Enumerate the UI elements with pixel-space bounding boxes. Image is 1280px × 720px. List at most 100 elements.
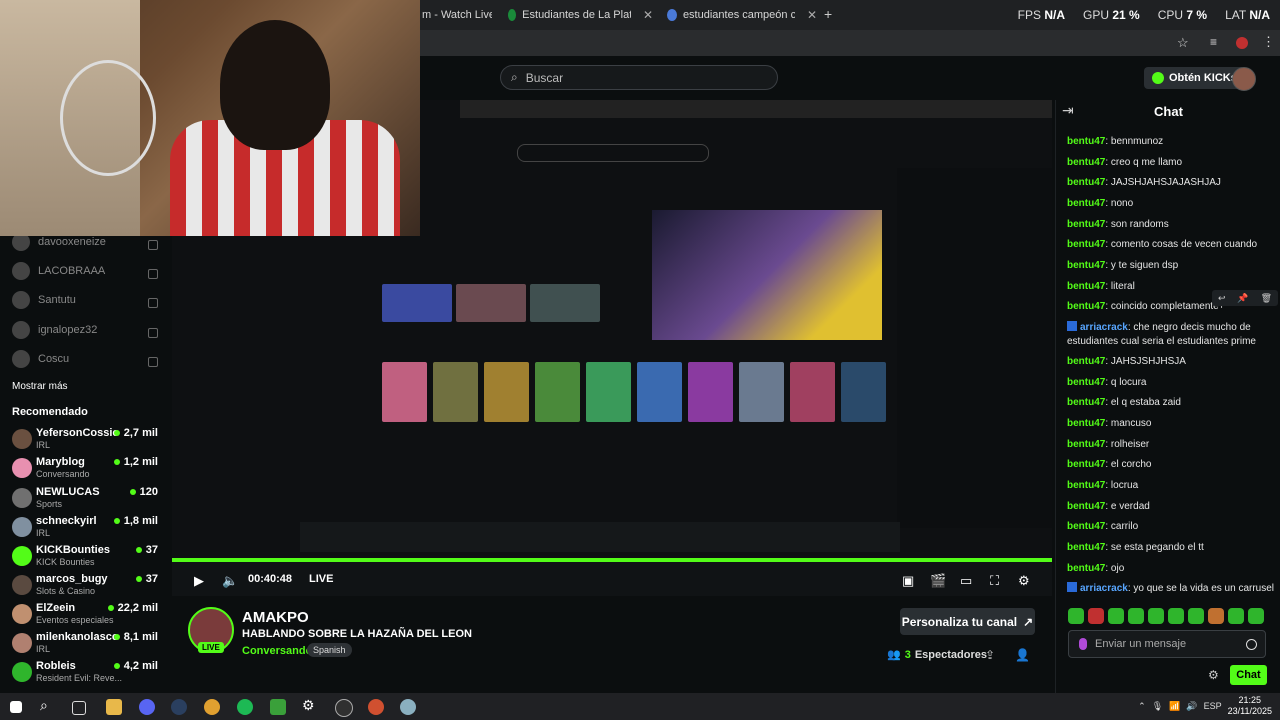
sidebar-item-recommended[interactable]: ElZeein Eventos especiales 22,2 mil [12,602,164,630]
avatar [12,633,32,653]
emote-icon[interactable] [1128,608,1144,624]
chrome-icon[interactable] [204,699,220,715]
microphone-icon: 🎙 [1151,700,1164,711]
emote-icon[interactable] [1068,608,1084,624]
sidebar-item-recommended[interactable]: KICKBounties KICK Bounties 37 [12,544,164,572]
microphone-icon [1079,638,1087,650]
clip-icon[interactable]: 🎬 [930,573,946,589]
time-display: 00:40:48 [248,573,293,585]
volume-icon[interactable]: 🔊 [1186,701,1197,712]
windows-start-icon[interactable] [10,701,22,713]
sidebar-item-recommended[interactable]: milenkanolasco IRL 8,1 mil [12,631,164,659]
send-chat-button[interactable]: Chat [1230,665,1267,685]
reply-icon[interactable]: ↩ [1218,293,1226,304]
fullscreen-icon[interactable]: ⛶ [990,573,999,589]
chevron-up-icon[interactable]: ⌃ [1138,701,1146,712]
sidebar-item-following[interactable]: Coscu [12,349,69,369]
new-tab-button[interactable]: + [824,6,832,22]
volume-icon[interactable]: 🔈 [222,573,238,589]
theater-icon[interactable]: ▭ [960,573,972,589]
chat-input[interactable]: Enviar un mensaje [1068,630,1266,658]
pin-icon[interactable]: 📌 [1237,293,1248,304]
performance-overlay: FPS N/A GPU 21 % CPU 7 % LAT N/A [1017,8,1270,22]
minecraft-icon[interactable] [270,699,286,715]
sidebar-item-recommended[interactable]: marcos_bugy Slots & Casino 37 [12,573,164,601]
emote-icon[interactable] [1228,608,1244,624]
browser-tab[interactable]: Estudiantes de La Plata - Fixture ✕ [508,4,653,26]
taskbar [0,693,1280,720]
emote-icon[interactable] [1148,608,1164,624]
player-controls: ▶ 🔈 00:40:48 LIVE ▣ 🎬 ▭ ⛶ ⚙ [172,570,1052,592]
avatar [12,662,32,682]
customize-channel-button[interactable]: Personaliza tu canal ↗ [900,608,1035,635]
steam-icon[interactable] [171,699,187,715]
close-icon[interactable]: ✕ [643,8,653,22]
live-dot-icon [107,605,114,611]
close-icon[interactable]: ✕ [807,8,817,22]
live-dot-icon [113,634,120,640]
chat-message: bentu47: el q estaba zaid [1067,397,1181,408]
avatar [12,458,32,478]
progress-bar[interactable] [172,558,1052,562]
profile-icon[interactable] [1236,37,1248,49]
sidebar-item-recommended[interactable]: NEWLUCAS Sports 120 [12,486,164,514]
spotify-icon[interactable] [237,699,253,715]
settings-gear-icon[interactable]: ⚙ [1018,573,1030,589]
search-input[interactable]: ⌕ Buscar [500,65,778,90]
chat-settings-icon[interactable]: ⚙ [1208,668,1219,682]
sidebar-item-following[interactable]: ignalopez32 [12,320,97,340]
emote-icon[interactable] [1108,608,1124,624]
app-icon[interactable] [400,699,416,715]
follow-icon[interactable]: 👤 [1015,648,1030,662]
sidebar-item-following[interactable]: LACOBRAAA [12,261,105,281]
bookmark-star-icon[interactable]: ☆ [1177,35,1189,51]
search-icon[interactable]: ⌕ [40,697,56,713]
message-actions: ↩ 📌 🗑 [1212,290,1278,306]
chat-message: bentu47: ojo [1067,563,1125,574]
media-controls-icon[interactable]: ≡ [1210,35,1217,49]
emote-icon[interactable] [1168,608,1184,624]
external-link-icon: ↗ [1023,614,1034,629]
chat-message: bentu47: nono [1067,198,1134,209]
channel-name[interactable]: AMAKPO [242,609,309,626]
system-tray: ⌃ 🎙 📶 🔊 ESP 21:25 23/11/2025 [1138,695,1272,717]
avatar [12,291,30,309]
emote-bar [1068,608,1268,624]
offline-icon [148,357,158,367]
delete-icon[interactable]: 🗑 [1261,293,1272,304]
sidebar-item-recommended[interactable]: schneckyirl IRL 1,8 mil [12,515,164,543]
settings-icon[interactable]: ⚙ [302,697,318,713]
menu-icon[interactable]: ⋮ [1262,34,1275,50]
chrome-active-icon[interactable] [368,699,384,715]
pip-icon[interactable]: ▣ [902,573,914,589]
user-avatar[interactable] [1232,67,1256,91]
emote-icon[interactable] [1208,608,1224,624]
language-indicator[interactable]: ESP [1204,701,1222,711]
stream-category[interactable]: Conversando [242,645,312,657]
fan-shape [60,60,156,176]
sidebar-item-following[interactable]: Santutu [12,290,76,310]
emote-icon[interactable] [1248,608,1264,624]
emote-icon[interactable] [1188,608,1204,624]
clock[interactable]: 21:25 23/11/2025 [1228,695,1272,717]
emote-icon[interactable] [1088,608,1104,624]
sidebar-item-recommended[interactable]: Maryblog Conversando 1,2 mil [12,456,164,484]
share-icon[interactable]: ⇪ [985,648,995,662]
live-label: LIVE [309,573,334,585]
emoji-icon[interactable] [1246,638,1257,650]
file-explorer-icon[interactable] [106,699,122,715]
browser-tab[interactable]: estudiantes campeón copa arg ✕ [667,4,817,26]
play-icon[interactable]: ▶ [194,573,204,589]
obs-icon[interactable] [335,699,353,717]
live-dot-icon [113,430,120,436]
browser-tab[interactable]: m - Watch Live ✕ [422,4,492,26]
chat-message: arriacrack: yo que se la vida es un carr… [1067,582,1279,596]
network-icon[interactable]: 📶 [1169,701,1180,712]
discord-icon[interactable] [139,699,155,715]
language-tag[interactable]: Spanish [307,643,352,657]
get-kicks-button[interactable]: Obtén KICKs [1144,67,1245,89]
show-more-link[interactable]: Mostrar más [12,381,68,392]
sidebar-item-recommended[interactable]: YefersonCossio IRL 2,7 mil [12,427,164,455]
sidebar-item-recommended[interactable]: Robleis Resident Evil: Reve... 4,2 mil [12,660,164,688]
task-view-icon[interactable] [72,701,86,715]
